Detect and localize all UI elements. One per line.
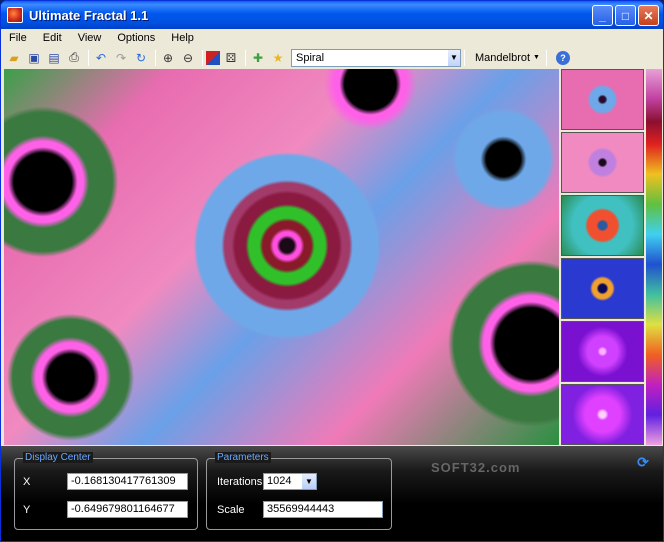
iterations-label: Iterations bbox=[217, 476, 263, 488]
toolbar-separator bbox=[545, 49, 547, 66]
display-center-group: Display Center X -0.168130417761309 Y -0… bbox=[14, 452, 198, 530]
preset-thumbnail[interactable] bbox=[561, 258, 644, 319]
menu-bar: File Edit View Options Help bbox=[1, 29, 663, 47]
color-palette-strip[interactable] bbox=[646, 69, 662, 445]
chevron-down-icon: ▼ bbox=[533, 54, 540, 61]
dice-icon[interactable]: ⚄ bbox=[222, 49, 240, 67]
group-title: Parameters bbox=[215, 452, 271, 463]
parameters-group: Parameters Iterations 1024 ▼ Scale 35569… bbox=[206, 452, 392, 530]
fractal-preset-select[interactable]: Spiral ▼ bbox=[291, 48, 461, 67]
maximize-button[interactable]: □ bbox=[615, 5, 636, 26]
minimize-button[interactable]: _ bbox=[592, 5, 613, 26]
toolbar-separator bbox=[155, 49, 156, 66]
help-icon[interactable]: ? bbox=[555, 50, 570, 65]
scale-field[interactable]: 35569944443 bbox=[263, 501, 383, 518]
undo-icon[interactable]: ↶ bbox=[92, 49, 110, 67]
x-field[interactable]: -0.168130417761309 bbox=[67, 473, 188, 490]
fractal-type-value: Mandelbrot bbox=[475, 51, 531, 64]
close-button[interactable]: ✕ bbox=[638, 5, 659, 26]
preset-thumbnail[interactable] bbox=[561, 132, 644, 193]
preset-thumbnail[interactable] bbox=[561, 195, 644, 256]
toolbar-separator bbox=[464, 49, 465, 66]
preset-thumbnail[interactable] bbox=[561, 321, 644, 382]
print-icon[interactable]: ⎙ bbox=[65, 49, 83, 67]
iterations-select[interactable]: 1024 ▼ bbox=[263, 473, 317, 490]
bottom-panel: Display Center X -0.168130417761309 Y -0… bbox=[1, 446, 663, 541]
menu-options[interactable]: Options bbox=[109, 29, 163, 47]
scale-label: Scale bbox=[217, 504, 245, 516]
menu-view[interactable]: View bbox=[70, 29, 110, 47]
zoom-out-icon[interactable]: ⊖ bbox=[179, 49, 197, 67]
watermark: SOFT32.com bbox=[431, 460, 521, 475]
save-as-icon[interactable]: ▤ bbox=[45, 49, 63, 67]
zoom-in-icon[interactable]: ⊕ bbox=[159, 49, 177, 67]
refresh-icon[interactable]: ⟳ bbox=[635, 454, 651, 470]
open-folder-icon[interactable]: ▰ bbox=[5, 49, 23, 67]
title-bar[interactable]: Ultimate Fractal 1.1 _ □ ✕ bbox=[1, 1, 663, 29]
toolbar-separator bbox=[245, 49, 246, 66]
fractal-type-dropdown[interactable]: Mandelbrot ▼ bbox=[472, 52, 543, 64]
y-field[interactable]: -0.649679801164677 bbox=[67, 501, 188, 518]
chevron-down-icon[interactable]: ▼ bbox=[448, 49, 460, 66]
x-label: X bbox=[23, 476, 31, 488]
window-title: Ultimate Fractal 1.1 bbox=[29, 7, 149, 23]
app-icon bbox=[7, 7, 23, 23]
iterations-value: 1024 bbox=[267, 475, 292, 487]
fractal-preset-value: Spiral bbox=[296, 51, 325, 64]
preset-thumbnails bbox=[561, 69, 644, 445]
save-icon[interactable]: ▣ bbox=[25, 49, 43, 67]
preset-thumbnail[interactable] bbox=[561, 384, 644, 445]
toolbar-separator bbox=[88, 49, 89, 66]
add-favorite-icon[interactable]: ✚ bbox=[249, 49, 267, 67]
menu-file[interactable]: File bbox=[1, 29, 35, 47]
fractal-canvas[interactable] bbox=[4, 69, 559, 445]
star-icon[interactable]: ★ bbox=[269, 49, 287, 67]
menu-edit[interactable]: Edit bbox=[35, 29, 70, 47]
preset-thumbnail[interactable] bbox=[561, 69, 644, 130]
group-title: Display Center bbox=[23, 452, 93, 463]
reset-icon[interactable]: ↻ bbox=[132, 49, 150, 67]
redo-icon[interactable]: ↷ bbox=[112, 49, 130, 67]
color-palette-icon[interactable] bbox=[206, 50, 220, 65]
y-label: Y bbox=[23, 504, 31, 516]
menu-help[interactable]: Help bbox=[163, 29, 202, 47]
chevron-down-icon[interactable]: ▼ bbox=[302, 474, 316, 489]
toolbar: ▰ ▣ ▤ ⎙ ↶ ↷ ↻ ⊕ ⊖ ⚄ ✚ ★ Spiral ▼ Mandelb… bbox=[1, 47, 663, 68]
toolbar-separator bbox=[202, 49, 203, 66]
app-window: Ultimate Fractal 1.1 _ □ ✕ File Edit Vie… bbox=[0, 0, 664, 542]
